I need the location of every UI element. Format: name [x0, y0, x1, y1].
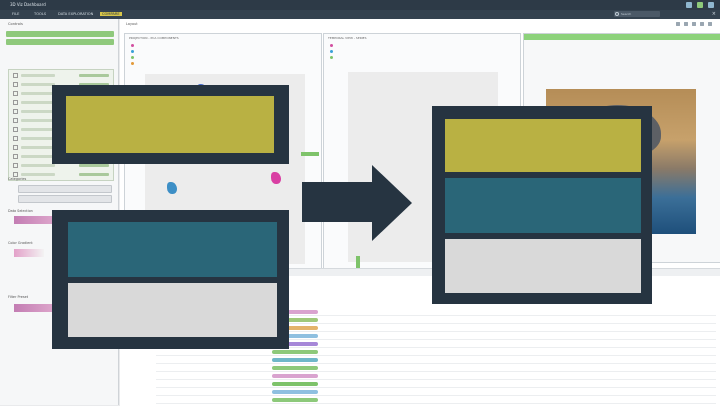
row-label: [21, 173, 55, 176]
checkbox[interactable]: [13, 91, 18, 96]
legend-dot: [131, 44, 134, 47]
workspace-toolbar: [676, 22, 712, 26]
section-filter-preset: Filter Preset: [8, 295, 29, 299]
legend-dot: [330, 50, 333, 53]
plot-title: PROJECTION - PCA COMPONENTS: [129, 36, 179, 40]
checkbox[interactable]: [13, 145, 18, 150]
title-bar: 3D Viz Dashboard: [0, 0, 720, 10]
user-icon[interactable]: [697, 2, 703, 8]
list-item[interactable]: [13, 72, 109, 79]
panel-tab[interactable]: [6, 39, 114, 45]
row-label: [21, 128, 55, 131]
category-dropdown-2[interactable]: [18, 195, 112, 203]
cluster-blob: [167, 182, 177, 194]
olive-block: [66, 96, 274, 153]
teal-block: [445, 178, 641, 233]
menu-file[interactable]: FILE: [12, 12, 19, 16]
settings-icon[interactable]: [708, 2, 714, 8]
legend-dot: [131, 56, 134, 59]
row-bar: [79, 74, 109, 77]
light-gray-block: [68, 283, 277, 337]
app-title: 3D Viz Dashboard: [10, 2, 46, 7]
row-tag: [272, 374, 318, 378]
search-input[interactable]: Search: [614, 11, 660, 17]
legend-dot: [330, 44, 333, 47]
row-label: [21, 155, 55, 158]
menu-compare[interactable]: COMPARE: [100, 12, 122, 16]
panel-tabs: [6, 31, 114, 47]
titlebar-icons: [686, 2, 714, 8]
row-bar: [79, 173, 109, 176]
panel-tab[interactable]: [6, 31, 114, 37]
row-label: [21, 164, 55, 167]
right-panel: [432, 106, 652, 304]
row-label: [21, 83, 55, 86]
checkbox[interactable]: [13, 163, 18, 168]
table-row[interactable]: [156, 381, 716, 388]
camera-icon[interactable]: [700, 22, 704, 26]
row-tag: [272, 382, 318, 386]
row-label: [21, 137, 55, 140]
notification-icon[interactable]: [686, 2, 692, 8]
row-label: [21, 74, 55, 77]
menu-bar: FILE TOOLS DATA EXPLORATION COMPARE Sear…: [0, 10, 720, 19]
light-gray-block: [445, 239, 641, 293]
section-data-selection: Data Selection: [8, 209, 33, 213]
transform-arrow-head: [372, 165, 412, 241]
list-item[interactable]: [13, 171, 109, 178]
search-placeholder: Search: [621, 12, 632, 16]
checkbox[interactable]: [13, 82, 18, 87]
grid-icon[interactable]: [708, 22, 712, 26]
transform-arrow-shaft: [302, 182, 374, 222]
table-row[interactable]: [156, 349, 716, 356]
row-tag: [272, 358, 318, 362]
row-label: [21, 101, 55, 104]
menu-data-exploration[interactable]: DATA EXPLORATION: [58, 12, 93, 16]
reset-icon[interactable]: [692, 22, 696, 26]
row-tag: [272, 398, 318, 402]
row-tag: [272, 366, 318, 370]
checkbox[interactable]: [13, 118, 18, 123]
row-tag: [272, 350, 318, 354]
gradient-preview[interactable]: [14, 249, 44, 257]
table-row[interactable]: [156, 389, 716, 396]
left-top-panel: [52, 85, 289, 164]
legend-dot: [131, 62, 134, 65]
zoom-icon[interactable]: [676, 22, 680, 26]
row-tag: [272, 390, 318, 394]
section-categories: Categories: [8, 177, 27, 181]
pan-icon[interactable]: [684, 22, 688, 26]
cluster-blob: [271, 172, 281, 184]
row-label: [21, 119, 55, 122]
table-row[interactable]: [156, 365, 716, 372]
left-bottom-panel: [52, 210, 289, 349]
panel-title: Controls: [8, 22, 23, 26]
legend-dot: [131, 50, 134, 53]
card-header: [524, 34, 720, 40]
close-icon[interactable]: ×: [712, 11, 716, 17]
checkbox[interactable]: [13, 109, 18, 114]
workspace-tab[interactable]: Layout: [126, 22, 138, 26]
search-icon: [615, 12, 619, 16]
row-label: [21, 92, 55, 95]
table-row[interactable]: [156, 397, 716, 404]
category-dropdown[interactable]: [18, 185, 112, 193]
plot-title: TEMPORAL VIEW - SERIES: [328, 36, 367, 40]
checkbox[interactable]: [13, 127, 18, 132]
menu-tools[interactable]: TOOLS: [34, 12, 46, 16]
checkbox[interactable]: [13, 100, 18, 105]
checkbox[interactable]: [13, 136, 18, 141]
legend-dot: [330, 56, 333, 59]
row-label: [21, 146, 55, 149]
teal-block: [68, 222, 277, 277]
axis-marker: [301, 152, 319, 156]
checkbox[interactable]: [13, 73, 18, 78]
row-bar: [79, 164, 109, 167]
section-color-gradient: Color Gradient: [8, 241, 33, 245]
table-row[interactable]: [156, 357, 716, 364]
row-label: [21, 110, 55, 113]
checkbox[interactable]: [13, 154, 18, 159]
table-row[interactable]: [156, 373, 716, 380]
olive-block: [445, 119, 641, 172]
